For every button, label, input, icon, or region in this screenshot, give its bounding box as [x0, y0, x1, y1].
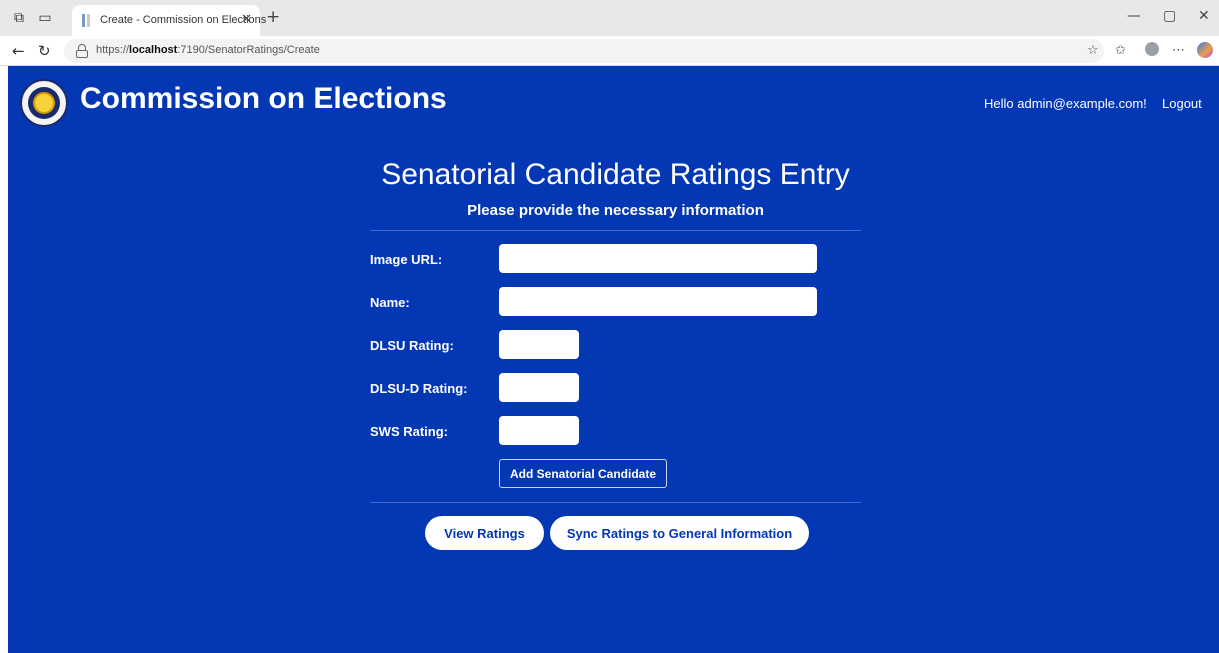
dlsu-d-rating-field[interactable]: [499, 373, 579, 402]
image-url-field[interactable]: [499, 244, 817, 273]
minimize-icon[interactable]: —: [1127, 8, 1141, 24]
brand-title[interactable]: Commission on Elections: [80, 82, 447, 116]
favorites-icon[interactable]: ✩: [1115, 43, 1126, 58]
dlsu-rating-field[interactable]: [499, 330, 579, 359]
dlsu-d-rating-label: DLSU-D Rating:: [370, 381, 468, 396]
comelec-seal-logo: [20, 79, 68, 127]
browser-tab[interactable]: Create - Commission on Elections ✕: [72, 5, 266, 36]
copilot-icon[interactable]: [1197, 42, 1213, 58]
bottom-divider: [370, 502, 861, 503]
url-text: https://localhost:7190/SenatorRatings/Cr…: [96, 44, 320, 56]
browser-tab-bar: ⧉ ▭ Create - Commission on Elections ✕ +…: [0, 0, 1219, 36]
sws-rating-field[interactable]: [499, 416, 579, 445]
tab-actions-icon[interactable]: ▭: [36, 9, 54, 27]
more-options-icon[interactable]: ⋯: [1172, 43, 1185, 58]
lock-icon: [76, 44, 88, 58]
page-subtitle: Please provide the necessary information: [467, 202, 764, 219]
sws-rating-label: SWS Rating:: [370, 424, 448, 439]
close-tab-icon[interactable]: ✕: [241, 12, 252, 27]
logout-link[interactable]: Logout: [1162, 96, 1202, 111]
user-greeting[interactable]: Hello admin@example.com!: [984, 96, 1147, 111]
restore-icon[interactable]: ▢: [1163, 8, 1176, 24]
profile-avatar-icon[interactable]: [1145, 42, 1159, 56]
app-page: Commission on Elections Hello admin@exam…: [8, 66, 1219, 653]
back-icon[interactable]: ←: [12, 42, 25, 60]
add-senatorial-candidate-button[interactable]: Add Senatorial Candidate: [499, 459, 668, 488]
close-window-icon[interactable]: ✕: [1198, 8, 1210, 24]
page-favicon-icon: [82, 14, 94, 27]
favorite-star-icon[interactable]: ☆: [1087, 43, 1099, 58]
refresh-icon[interactable]: ↻: [38, 42, 51, 60]
name-field[interactable]: [499, 287, 817, 316]
page-title: Senatorial Candidate Ratings Entry: [381, 158, 850, 191]
dlsu-rating-label: DLSU Rating:: [370, 338, 454, 353]
name-label: Name:: [370, 295, 410, 310]
url-field[interactable]: https://localhost:7190/SenatorRatings/Cr…: [64, 39, 1104, 63]
top-divider: [370, 230, 861, 231]
sync-ratings-button[interactable]: Sync Ratings to General Information: [550, 516, 809, 550]
address-bar-row: ← ↻ https://localhost:7190/SenatorRating…: [0, 36, 1219, 66]
image-url-label: Image URL:: [370, 252, 443, 267]
new-tab-icon[interactable]: +: [266, 7, 280, 27]
workspaces-icon[interactable]: ⧉: [10, 9, 28, 27]
view-ratings-button[interactable]: View Ratings: [425, 516, 544, 550]
